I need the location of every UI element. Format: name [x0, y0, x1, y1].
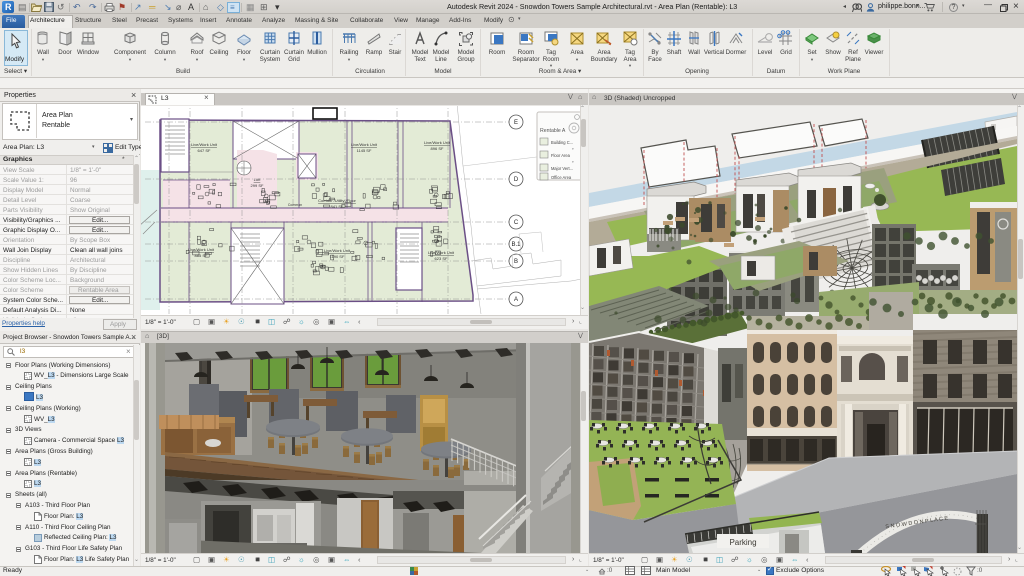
svg-text:D: D	[514, 177, 519, 183]
svg-text:896 SF: 896 SF	[431, 146, 444, 151]
svg-text:Corridor /Utility /Floor: Corridor /Utility /Floor	[318, 198, 356, 203]
svg-text:Major Vert...: Major Vert...	[551, 166, 573, 171]
svg-text:Live/Work Unit: Live/Work Unit	[324, 248, 351, 253]
svg-text:Office Area: Office Area	[551, 175, 572, 180]
svg-text:1145 SF: 1145 SF	[357, 148, 372, 153]
svg-text:1190 SF: 1190 SF	[330, 254, 345, 259]
svg-text:A: A	[514, 297, 518, 303]
svg-text:Live/Work Unit: Live/Work Unit	[424, 140, 451, 145]
svg-text:299 SF: 299 SF	[251, 183, 264, 188]
svg-text:Live/Work Unit: Live/Work Unit	[428, 250, 455, 255]
svg-text:Building C...: Building C...	[551, 140, 573, 145]
svg-text:885 SF: 885 SF	[195, 253, 208, 258]
svg-text:647 SF: 647 SF	[198, 148, 211, 153]
svg-text:841 SF: 841 SF	[331, 204, 344, 209]
svg-text:Floor Area: Floor Area	[551, 153, 571, 158]
svg-text:E: E	[514, 120, 518, 126]
svg-text:Loft: Loft	[254, 177, 262, 182]
svg-text:Live/Work Unit: Live/Work Unit	[191, 142, 218, 147]
svg-text:Parking: Parking	[729, 538, 756, 547]
svg-text:▾: ▾	[572, 147, 574, 151]
svg-text:▾: ▾	[572, 160, 574, 164]
svg-text:623 SF: 623 SF	[435, 256, 448, 261]
svg-text:B: B	[514, 259, 518, 265]
svg-text:Live/Work Unit: Live/Work Unit	[351, 142, 378, 147]
svg-text:C: C	[514, 220, 519, 226]
svg-text:Live/Work Unit: Live/Work Unit	[188, 247, 215, 252]
svg-text:Common: Common	[288, 203, 302, 207]
svg-text:Rentable A: Rentable A	[540, 128, 566, 134]
